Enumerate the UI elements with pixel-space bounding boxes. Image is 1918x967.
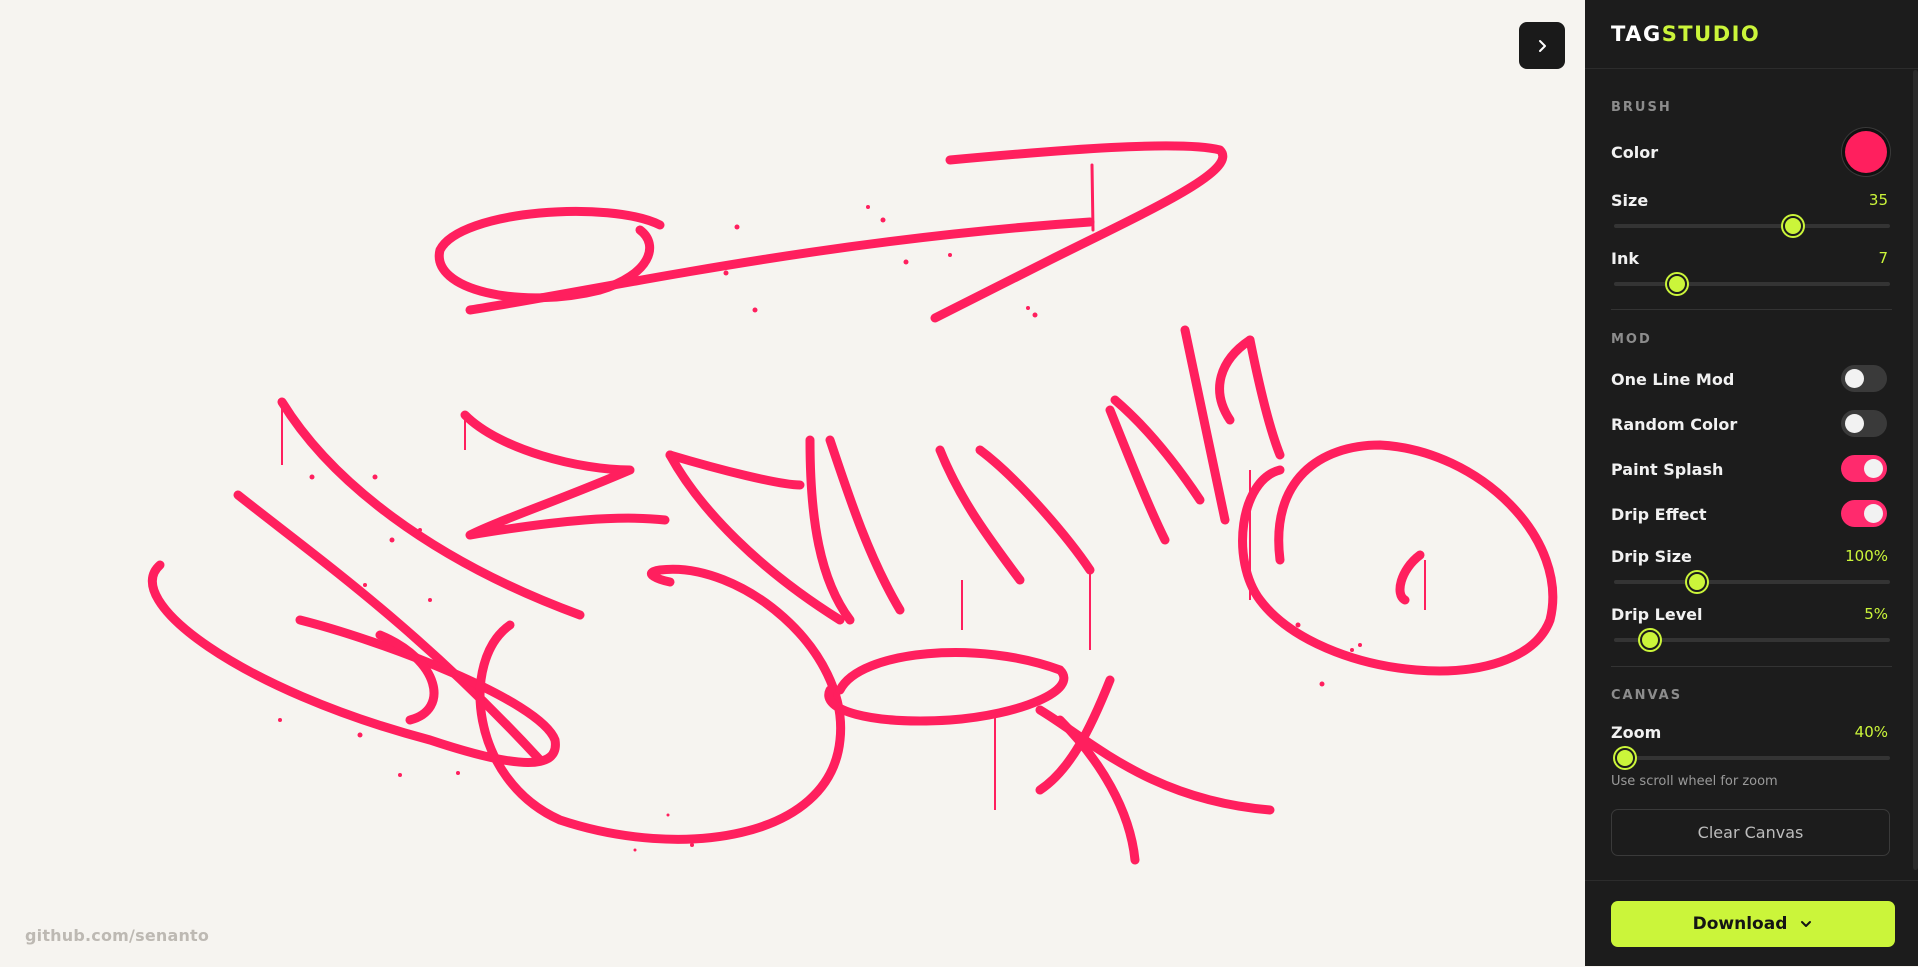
chevron-down-icon: [1801, 921, 1812, 927]
toggle-knob: [1864, 504, 1883, 523]
color-label: Color: [1611, 143, 1659, 162]
mod-section-title: MOD: [1611, 332, 1652, 347]
drip-size-label: Drip Size: [1611, 547, 1692, 566]
size-slider[interactable]: [1614, 216, 1890, 236]
panel-scrollbar[interactable]: [1913, 70, 1918, 870]
drip-size-slider-thumb[interactable]: [1686, 572, 1707, 592]
drip-level-slider-thumb[interactable]: [1639, 630, 1660, 650]
brush-section-title: BRUSH: [1611, 100, 1672, 115]
drip-level-value: 5%: [1864, 605, 1888, 623]
toggle-one-line-mod[interactable]: [1841, 365, 1887, 392]
ink-value: 7: [1878, 249, 1888, 267]
divider: [1611, 666, 1892, 667]
ink-slider[interactable]: [1614, 274, 1890, 294]
toggle-label-one-line-mod: One Line Mod: [1611, 370, 1735, 389]
toggle-label-paint-splash: Paint Splash: [1611, 460, 1724, 479]
clear-canvas-button[interactable]: Clear Canvas: [1611, 809, 1890, 856]
toggle-label-random-color: Random Color: [1611, 415, 1738, 434]
chevron-right-icon: [1539, 39, 1546, 52]
github-link[interactable]: github.com/senanto: [25, 926, 209, 945]
drawing-canvas[interactable]: [0, 0, 1585, 966]
toggle-paint-splash[interactable]: [1841, 455, 1887, 482]
size-value: 35: [1868, 191, 1888, 209]
canvas-section-title: CANVAS: [1611, 688, 1683, 703]
ink-label: Ink: [1611, 249, 1639, 268]
toggle-random-color[interactable]: [1841, 410, 1887, 437]
drip-level-label: Drip Level: [1611, 605, 1703, 624]
download-label: Download: [1692, 914, 1788, 934]
download-button[interactable]: Download: [1611, 901, 1895, 947]
zoom-slider-thumb[interactable]: [1615, 748, 1636, 768]
zoom-hint: Use scroll wheel for zoom: [1611, 774, 1778, 789]
toggle-label-drip-effect: Drip Effect: [1611, 505, 1707, 524]
collapse-panel-button[interactable]: [1519, 22, 1565, 69]
toggle-knob: [1845, 369, 1864, 388]
drip-level-slider[interactable]: [1614, 630, 1890, 650]
drip-size-value: 100%: [1845, 547, 1888, 565]
size-label: Size: [1611, 191, 1649, 210]
zoom-slider[interactable]: [1614, 748, 1890, 768]
logo-part-studio: STUDIO: [1661, 22, 1761, 46]
drip-size-slider[interactable]: [1614, 572, 1890, 592]
logo-part-tag: TAG: [1611, 22, 1662, 46]
toggle-knob: [1864, 459, 1883, 478]
graffiti-tag-drawing: [147, 141, 1558, 865]
toggle-knob: [1845, 414, 1864, 433]
brush-color-swatch[interactable]: [1845, 131, 1887, 173]
app-logo: TAGSTUDIO: [1611, 22, 1760, 46]
zoom-label: Zoom: [1611, 723, 1662, 742]
zoom-value: 40%: [1854, 723, 1888, 741]
divider: [1611, 309, 1892, 310]
panel-header: TAGSTUDIO: [1585, 0, 1918, 69]
toggle-drip-effect[interactable]: [1841, 500, 1887, 527]
